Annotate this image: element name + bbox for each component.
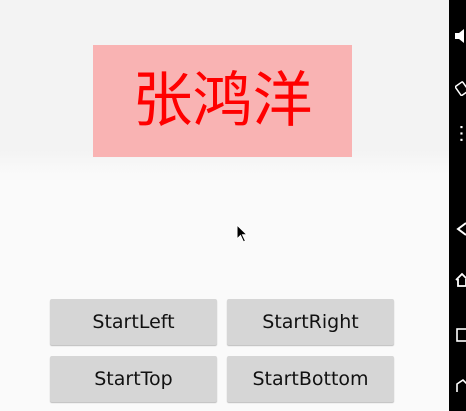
start-right-button[interactable]: StartRight bbox=[227, 299, 394, 345]
name-box: 张鸿洋 bbox=[93, 45, 352, 157]
mouse-cursor-icon bbox=[236, 224, 249, 243]
app-content-area: 张鸿洋 StartLeft StartRight StartTop StartB… bbox=[0, 0, 449, 411]
start-top-button[interactable]: StartTop bbox=[50, 356, 217, 402]
start-bottom-button[interactable]: StartBottom bbox=[227, 356, 394, 402]
home-icon[interactable] bbox=[455, 272, 466, 288]
back-icon[interactable] bbox=[455, 221, 466, 237]
volume-icon[interactable] bbox=[455, 28, 466, 44]
nav-extra-icon[interactable] bbox=[455, 378, 466, 394]
start-left-button[interactable]: StartLeft bbox=[50, 299, 217, 345]
name-text: 张鸿洋 bbox=[132, 66, 313, 136]
rotate-icon[interactable] bbox=[455, 80, 466, 96]
recents-icon[interactable] bbox=[455, 327, 466, 343]
menu-dots-icon[interactable] bbox=[455, 126, 466, 142]
system-nav-bar bbox=[449, 0, 466, 411]
